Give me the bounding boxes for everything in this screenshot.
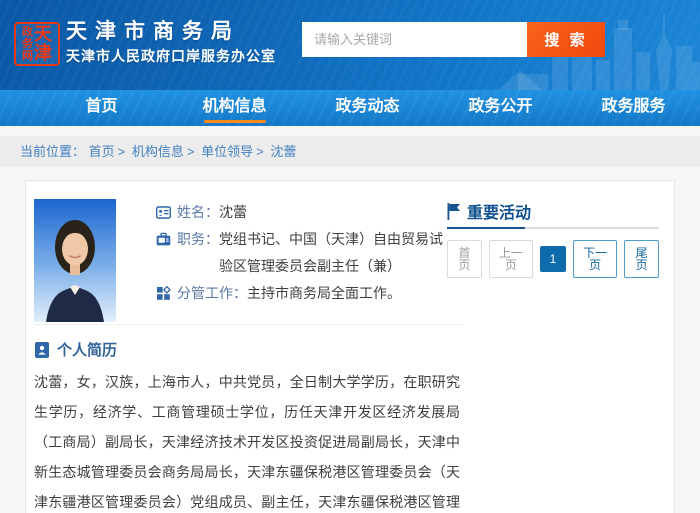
field-row-name: 姓名：沈蕾 <box>156 199 456 226</box>
pagination-prev-button[interactable]: 上一页 <box>489 240 533 278</box>
nav-item-home[interactable]: 首页 <box>35 90 168 126</box>
search-bar: 搜 索 <box>302 22 605 57</box>
field-row-position: 职务：党组书记、中国（天津）自由贸易试验区管理委员会副主任（兼） <box>156 226 456 280</box>
flag-icon <box>447 203 461 220</box>
breadcrumb-separator: > <box>118 144 126 159</box>
person-doc-icon <box>34 341 50 359</box>
breadcrumb-item-current: 沈蕾 <box>270 144 296 159</box>
breadcrumb-item-org-info[interactable]: 机构信息 <box>132 144 184 159</box>
activities-title: 重要活动 <box>467 199 531 223</box>
pagination-page-1-button[interactable]: 1 <box>540 246 566 272</box>
profile-fields: 姓名：沈蕾 职务：党组书记、中国（天津）自由贸易试验区管理委员会副主任（兼） 分… <box>156 199 456 307</box>
section-divider <box>34 324 464 325</box>
site-title: 天津市商务局 <box>66 19 276 45</box>
nav-item-gov-service[interactable]: 政务服务 <box>567 90 700 126</box>
breadcrumb-prefix: 当前位置： <box>20 144 85 159</box>
logo-large-chars: 天 津 <box>34 25 52 63</box>
nav-item-gov-open[interactable]: 政务公开 <box>434 90 567 126</box>
field-value-name: 沈蕾 <box>219 204 247 220</box>
resume-header: 个人简历 <box>34 339 117 360</box>
search-button[interactable]: 搜 索 <box>527 22 605 57</box>
field-row-duties: 分管工作：主持市商务局全面工作。 <box>156 280 456 307</box>
activities-title-underline <box>447 227 659 229</box>
pagination-first-button[interactable]: 首页 <box>447 240 482 278</box>
site-subtitle: 天津市人民政府口岸服务办公室 <box>66 47 276 66</box>
blocks-icon <box>156 280 172 307</box>
breadcrumb-item-home[interactable]: 首页 <box>89 144 115 159</box>
field-value-position: 党组书记、中国（天津）自由贸易试验区管理委员会副主任（兼） <box>219 231 443 274</box>
page: 政 务 网 天 津 天津市商务局 天津市人民政府口岸服务办公室 搜 索 首页 机… <box>0 0 700 513</box>
field-value-duties: 主持市商务局全面工作。 <box>247 285 401 301</box>
profile-photo <box>34 199 116 322</box>
nav-item-org-info[interactable]: 机构信息 <box>168 90 301 126</box>
field-label-duties: 分管工作： <box>177 285 247 301</box>
pagination-last-button[interactable]: 尾页 <box>624 240 659 278</box>
main-nav: 首页 机构信息 政务动态 政务公开 政务服务 <box>0 90 700 126</box>
breadcrumb-item-leaders[interactable]: 单位领导 <box>201 144 253 159</box>
pagination: 首页 上一页 1 下一页 尾页 <box>447 240 659 278</box>
resume-text: 沈蕾，女，汉族，上海市人，中共党员，全日制大学学历，在职研究生学历，经济学、工商… <box>34 367 460 513</box>
logo-small-chars: 政 务 网 <box>22 26 33 62</box>
important-activities-panel: 重要活动 首页 上一页 1 下一页 尾页 <box>447 199 659 278</box>
nav-item-gov-news[interactable]: 政务动态 <box>301 90 434 126</box>
field-label-name: 姓名： <box>177 204 219 220</box>
content-card: 姓名：沈蕾 职务：党组书记、中国（天津）自由贸易试验区管理委员会副主任（兼） 分… <box>25 180 675 513</box>
id-card-icon <box>156 199 172 226</box>
breadcrumb-bar: 当前位置： 首页> 机构信息> 单位领导> 沈蕾 <box>0 136 700 167</box>
breadcrumb-separator: > <box>187 144 195 159</box>
field-label-position: 职务： <box>177 231 219 247</box>
site-header: 政 务 网 天 津 天津市商务局 天津市人民政府口岸服务办公室 搜 索 <box>0 0 700 90</box>
site-logo-seal[interactable]: 政 务 网 天 津 <box>14 22 60 66</box>
breadcrumb: 当前位置： 首页> 机构信息> 单位领导> 沈蕾 <box>20 136 700 167</box>
briefcase-icon <box>156 226 172 253</box>
breadcrumb-separator: > <box>256 144 264 159</box>
pagination-next-button[interactable]: 下一页 <box>573 240 617 278</box>
resume-title: 个人简历 <box>57 339 117 360</box>
search-input[interactable] <box>302 22 527 57</box>
